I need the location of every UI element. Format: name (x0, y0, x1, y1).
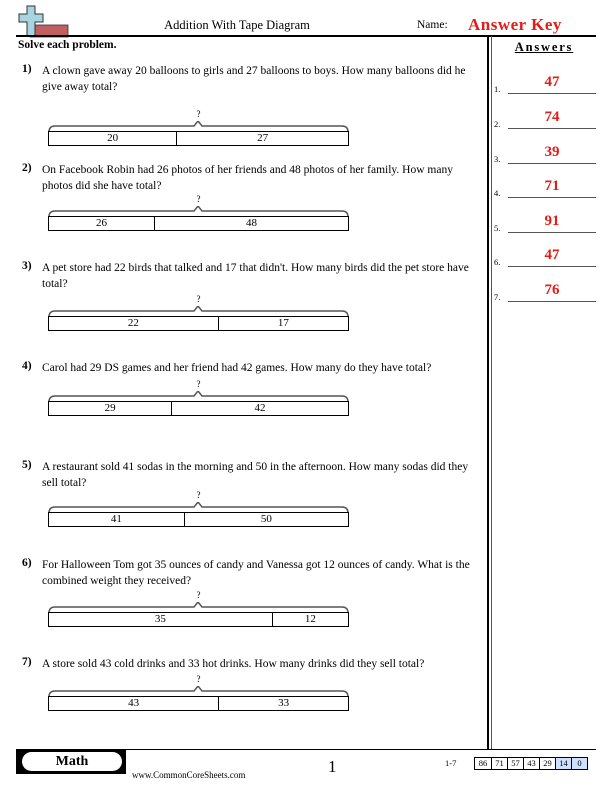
answer-line (508, 127, 596, 129)
answer-value: 39 (544, 144, 560, 160)
answer-row: 4. 71 (494, 178, 596, 198)
answer-line (508, 162, 596, 164)
unknown-total-label: ? (196, 490, 201, 500)
problem-text: A clown gave away 20 balloons to girls a… (42, 65, 466, 93)
tape-segment: 35 (154, 613, 166, 625)
problem-text: A pet store had 22 birds that talked and… (42, 262, 469, 290)
problem-text: On Facebook Robin had 26 photos of her f… (42, 164, 453, 192)
answer-number: 6. (494, 257, 501, 267)
unknown-total-label: ? (196, 194, 201, 204)
tape-bar: 35 12 (48, 612, 349, 627)
problem-number: 2) (22, 162, 32, 174)
score-cell: 86 (478, 758, 488, 768)
answer-value: 47 (544, 74, 560, 90)
answer-value: 47 (544, 247, 560, 263)
worksheet-title: Addition With Tape Diagram (164, 18, 310, 32)
unknown-total-label: ? (196, 379, 201, 389)
answer-number: 3. (494, 154, 501, 164)
score-range-label: 1-7 (445, 758, 457, 768)
score-cell: 0 (571, 758, 587, 769)
problem-text: A store sold 43 cold drinks and 33 hot d… (42, 658, 425, 670)
tape-segment: 41 (110, 513, 122, 525)
tape-bar: 20 27 (48, 131, 349, 146)
tape-bar: 29 42 (48, 401, 349, 416)
answer-row: 3. 39 (494, 144, 596, 164)
answers-heading: Answers (514, 40, 574, 54)
answer-row: 5. 91 (494, 213, 596, 233)
answer-row: 2. 74 (494, 109, 596, 129)
tape-segment: 48 (154, 217, 348, 230)
tape-bar: 22 17 (48, 316, 349, 331)
answer-value: 76 (544, 282, 560, 298)
answer-line (508, 92, 596, 94)
page-number: 1 (328, 757, 337, 776)
answer-number: 1. (494, 84, 501, 94)
subject-label: Math (22, 752, 122, 771)
answer-value: 71 (544, 178, 560, 194)
answer-row: 1. 47 (494, 74, 596, 94)
problem-number: 5) (22, 459, 32, 471)
problem-number: 1) (22, 63, 32, 75)
answer-value: 74 (544, 109, 560, 125)
problem-text: A restaurant sold 41 sodas in the mornin… (42, 461, 469, 489)
tape-segment: 17 (217, 317, 348, 330)
problem-number: 7) (22, 656, 32, 668)
score-cell: 43 (523, 758, 539, 769)
tape-segment: 33 (218, 697, 348, 710)
answer-key-label: Answer Key (468, 15, 562, 34)
tape-segment: 50 (183, 513, 348, 526)
tape-bar: 41 50 (48, 512, 349, 527)
unknown-total-label: ? (196, 109, 201, 119)
name-label: Name: (417, 19, 448, 31)
tape-segment: 43 (128, 697, 140, 709)
answer-line (508, 265, 596, 267)
answer-line (508, 300, 596, 302)
answer-value: 91 (544, 213, 560, 229)
score-cell: 14 (555, 758, 571, 769)
answer-line (508, 196, 596, 198)
header-divider (16, 35, 596, 37)
column-divider (487, 36, 489, 750)
score-table: 86 71 57 43 29 14 0 (474, 757, 588, 770)
answer-number: 5. (494, 223, 501, 233)
answer-number: 7. (494, 292, 501, 302)
problem-text: For Halloween Tom got 35 ounces of candy… (42, 559, 470, 587)
tape-segment: 22 (127, 317, 139, 329)
answer-number: 2. (494, 119, 501, 129)
instructions: Solve each problem. (18, 39, 117, 51)
tape-segment: 20 (107, 132, 119, 144)
column-divider-inner (491, 36, 492, 750)
problem-text: Carol had 29 DS games and her friend had… (42, 362, 432, 374)
tape-segment: 42 (171, 402, 348, 415)
score-cell: 29 (539, 758, 555, 769)
score-cell: 57 (507, 758, 523, 769)
problem-number: 6) (22, 557, 32, 569)
tape-segment: 27 (176, 132, 348, 145)
tape-segment: 29 (104, 402, 116, 414)
unknown-total-label: ? (196, 294, 201, 304)
tape-segment: 12 (271, 613, 348, 626)
tape-bar: 26 48 (48, 216, 349, 231)
unknown-total-label: ? (196, 590, 201, 600)
answer-number: 4. (494, 188, 501, 198)
problem-number: 3) (22, 260, 32, 272)
tape-segment: 26 (96, 217, 108, 229)
answer-row: 7. 76 (494, 282, 596, 302)
unknown-total-label: ? (196, 674, 201, 684)
website-link[interactable]: www.CommonCoreSheets.com (132, 770, 245, 780)
answer-row: 6. 47 (494, 247, 596, 267)
tape-bar: 43 33 (48, 696, 349, 711)
problem-number: 4) (22, 360, 32, 372)
answer-line (508, 231, 596, 233)
score-cell: 71 (491, 758, 507, 769)
